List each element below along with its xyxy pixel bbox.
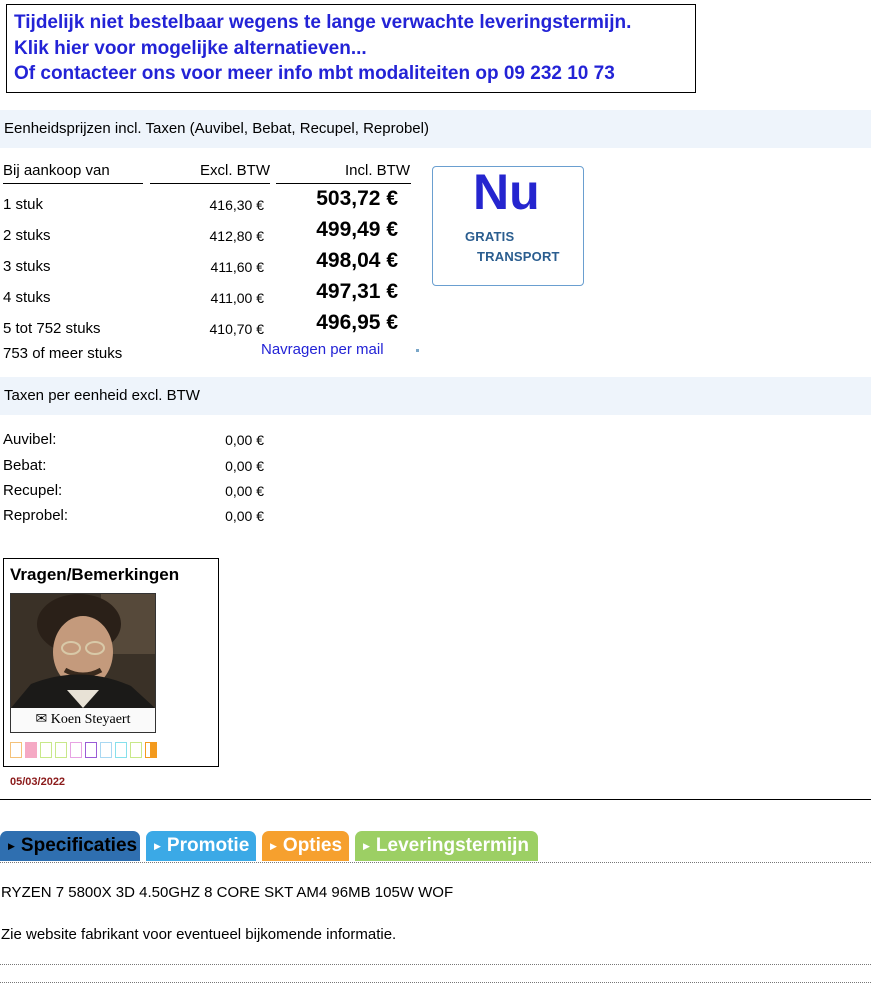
price-row-incl: 503,72 €	[316, 187, 398, 210]
contact-name: Koen Steyaert	[50, 712, 131, 727]
contact-box: Vragen/Bemerkingen ✉ Koen Steyaert	[3, 558, 219, 767]
contact-nameplate[interactable]: ✉ Koen Steyaert	[11, 708, 155, 732]
tab-label: Leveringstermijn	[375, 835, 530, 857]
unit-prices-heading: Eenheidsprijzen incl. Taxen (Auvibel, Be…	[0, 110, 871, 148]
tab-arrow-icon: ▶	[154, 841, 161, 851]
contact-title: Vragen/Bemerkingen	[10, 565, 180, 584]
taxes-heading: Taxen per eenheid excl. BTW	[0, 377, 871, 415]
tab-opties[interactable]: ▶ Opties	[262, 831, 349, 861]
spec-note: Zie website fabrikant voor eventueel bij…	[1, 926, 397, 943]
tax-value: 0,00 €	[225, 508, 264, 524]
contact-photo[interactable]: ✉ Koen Steyaert	[10, 593, 156, 733]
col-incl-header: Incl. BTW	[344, 162, 410, 179]
col-excl-underline	[150, 183, 270, 184]
color-swatch	[145, 742, 157, 758]
color-swatch	[85, 742, 97, 758]
col-qty-underline	[3, 183, 143, 184]
section-divider	[0, 799, 871, 800]
portrait-image	[11, 594, 155, 708]
tab-label: Promotie	[166, 835, 250, 857]
contact-date: 05/03/2022	[10, 776, 66, 788]
bottom-rule-2	[0, 982, 871, 983]
tab-label: Specificaties	[20, 835, 138, 857]
color-swatch	[100, 742, 112, 758]
tab-promotie[interactable]: ▶ Promotie	[146, 831, 256, 861]
tab-arrow-icon: ▶	[363, 841, 370, 851]
ask-by-mail-link[interactable]: Navragen per mail	[261, 341, 384, 358]
badge-now-text: Nu	[473, 164, 540, 220]
notice-contact-line: Of contacteer ons voor meer info mbt mod…	[14, 63, 615, 84]
price-row-incl: 498,04 €	[316, 249, 398, 272]
tab-arrow-icon: ▶	[8, 841, 15, 851]
free-transport-badge: Nu GRATIS TRANSPORT	[432, 164, 584, 286]
color-swatch	[70, 742, 82, 758]
spec-description: RYZEN 7 5800X 3D 4.50GHZ 8 CORE SKT AM4 …	[1, 884, 454, 901]
tax-value: 0,00 €	[225, 483, 264, 499]
color-swatch	[115, 742, 127, 758]
price-row-incl: 499,49 €	[316, 218, 398, 241]
price-row-incl: 497,31 €	[316, 280, 398, 303]
dot-marker	[416, 349, 419, 352]
color-swatch	[40, 742, 52, 758]
alternatives-link[interactable]: Klik hier voor mogelijke alternatieven..…	[14, 36, 695, 62]
tax-value: 0,00 €	[225, 458, 264, 474]
color-swatch	[55, 742, 67, 758]
tax-value: 0,00 €	[225, 432, 264, 448]
col-incl-underline	[276, 183, 411, 184]
unavailable-notice[interactable]: Tijdelijk niet bestelbaar wegens te lang…	[6, 4, 696, 93]
tab-label: Opties	[282, 835, 343, 857]
tab-leveringstermijn[interactable]: ▶ Leveringstermijn	[355, 831, 538, 861]
tab-bottom-rule	[0, 862, 871, 863]
color-swatch	[25, 742, 37, 758]
bottom-rule	[0, 964, 871, 965]
color-swatch	[10, 742, 22, 758]
tab-specificaties[interactable]: ▶ Specificaties	[0, 831, 140, 861]
badge-transport-text: TRANSPORT	[477, 249, 560, 264]
price-row-incl: 496,95 €	[316, 311, 398, 334]
tab-arrow-icon: ▶	[270, 841, 277, 851]
price-row-qty-last: 753 of meer stuks	[3, 345, 123, 362]
envelope-icon: ✉	[35, 712, 48, 727]
notice-line-1: Tijdelijk niet bestelbaar wegens te lang…	[14, 12, 632, 33]
badge-free-text: GRATIS	[465, 229, 515, 244]
color-swatch	[130, 742, 142, 758]
